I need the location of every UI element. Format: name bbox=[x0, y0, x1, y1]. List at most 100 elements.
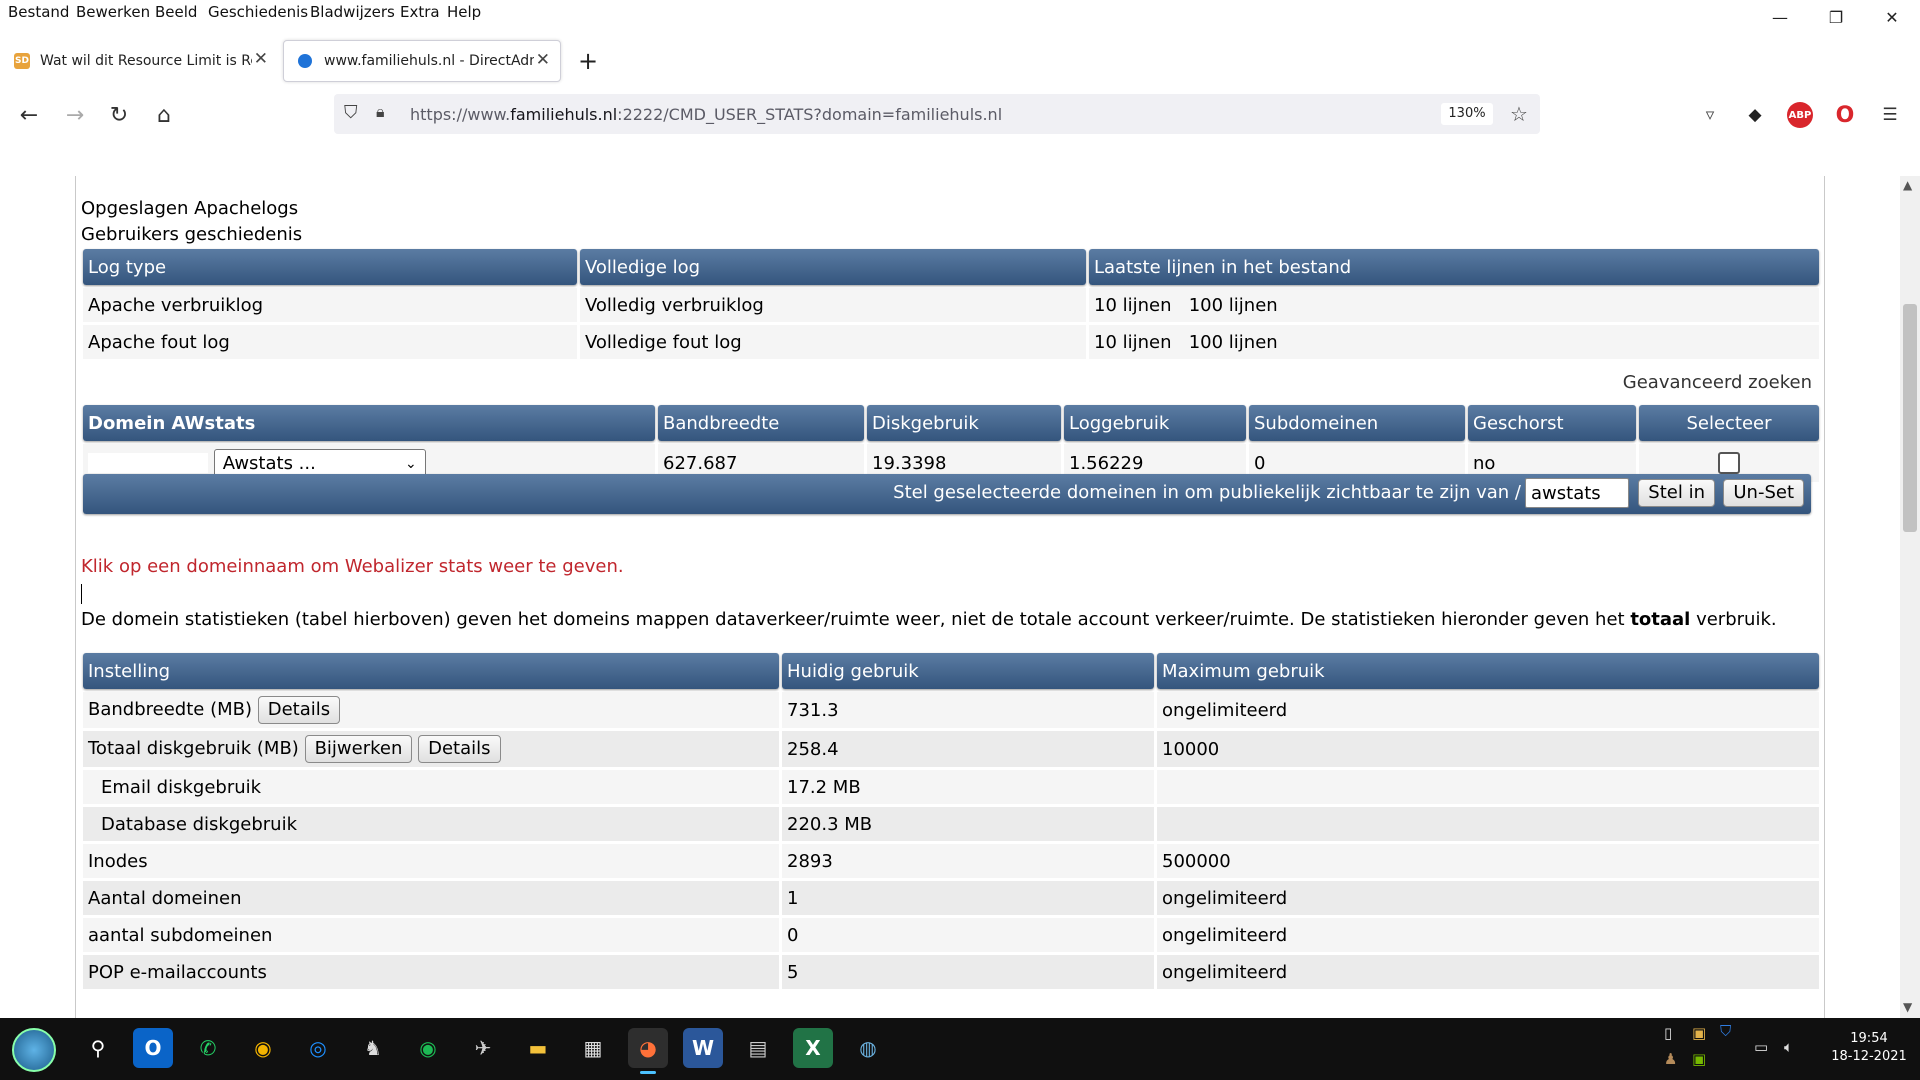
last-10-link[interactable]: 10 lijnen bbox=[1094, 295, 1172, 316]
disk-update-button[interactable]: Bijwerken bbox=[304, 735, 413, 763]
public-path-input[interactable]: awstats bbox=[1525, 478, 1629, 508]
max-cell bbox=[1157, 807, 1819, 841]
calculator-icon[interactable]: ▤ bbox=[738, 1028, 778, 1068]
tab-bar: SD Wat wil dit Resource Limit is Re ✕ ww… bbox=[0, 32, 1920, 86]
col-max-usage: Maximum gebruik bbox=[1157, 653, 1819, 689]
vertical-scrollbar[interactable]: ▲ ▼ bbox=[1900, 176, 1920, 1018]
back-icon[interactable]: ← bbox=[12, 98, 46, 132]
forward-icon[interactable]: → bbox=[58, 98, 92, 132]
plane-icon[interactable]: ✈ bbox=[463, 1028, 503, 1068]
table-row: Totaal diskgebruik (MB) Bijwerken Detail… bbox=[83, 731, 1819, 767]
defender-icon[interactable]: ⛉ bbox=[1720, 1022, 1731, 1040]
current-cell: 1 bbox=[782, 881, 1154, 915]
scroll-down-icon[interactable]: ▼ bbox=[1903, 1000, 1912, 1014]
outlook-icon[interactable]: O bbox=[133, 1028, 173, 1068]
awstats-select[interactable]: Awstats ... ⌄ bbox=[213, 449, 426, 477]
usb-icon[interactable]: ▯ bbox=[1664, 1024, 1672, 1042]
navigation-bar: ← → ↻ ⌂ ⛉ 🔒︎ https://www.familiehuls.nl:… bbox=[0, 90, 1920, 140]
current-cell: 2893 bbox=[782, 844, 1154, 878]
adblock-icon[interactable]: ABP bbox=[1787, 102, 1813, 128]
app-icon[interactable]: ◎ bbox=[298, 1028, 338, 1068]
full-log-link[interactable]: Volledig verbruiklog bbox=[580, 288, 1086, 322]
bookmark-star-icon[interactable]: ☆ bbox=[1510, 102, 1528, 126]
file-explorer-icon[interactable]: ▬ bbox=[518, 1028, 558, 1068]
close-window-icon[interactable]: ✕ bbox=[1864, 0, 1920, 34]
start-orb-icon[interactable] bbox=[12, 1028, 56, 1072]
current-cell: 258.4 bbox=[782, 731, 1154, 767]
close-tab-icon[interactable]: ✕ bbox=[536, 50, 550, 70]
shield-icon[interactable]: ⛉ bbox=[344, 102, 358, 123]
menu-geschiedenis[interactable]: Geschiedenis bbox=[208, 3, 308, 21]
firefox-icon[interactable]: ◕ bbox=[628, 1028, 668, 1074]
col-last-lines: Laatste lijnen in het bestand bbox=[1089, 249, 1819, 285]
search-icon[interactable]: ⚲ bbox=[78, 1028, 118, 1068]
set-button[interactable]: Stel in bbox=[1638, 479, 1715, 507]
hamburger-menu-icon[interactable]: ☰ bbox=[1877, 102, 1903, 128]
tray-app-icon[interactable]: ♟ bbox=[1664, 1050, 1677, 1068]
select-checkbox[interactable] bbox=[1718, 452, 1740, 474]
scroll-up-icon[interactable]: ▲ bbox=[1903, 178, 1912, 192]
domain-name-redacted[interactable] bbox=[88, 453, 208, 473]
col-suspended: Geschorst bbox=[1468, 405, 1636, 441]
last-100-link[interactable]: 100 lijnen bbox=[1189, 295, 1278, 316]
network-icon[interactable]: ▭ bbox=[1754, 1038, 1768, 1056]
opera-icon[interactable]: O bbox=[1832, 102, 1858, 128]
current-cell: 731.3 bbox=[782, 692, 1154, 728]
menu-bewerken[interactable]: Bewerken bbox=[76, 3, 150, 21]
zoom-level[interactable]: 130% bbox=[1441, 103, 1493, 125]
advanced-search-link[interactable]: Geavanceerd zoeken bbox=[1623, 372, 1812, 393]
col-setting: Instelling bbox=[83, 653, 779, 689]
max-cell: ongelimiteerd bbox=[1157, 692, 1819, 728]
tab-directadmin[interactable]: www.familiehuls.nl - DirectAdm ✕ bbox=[283, 40, 561, 82]
globe-app-icon[interactable]: ◍ bbox=[848, 1028, 888, 1068]
col-select: Selecteer bbox=[1639, 405, 1819, 441]
nvidia-icon[interactable]: ▣ bbox=[1692, 1050, 1706, 1068]
webalizer-hint: Klik op een domeinnaam om Webalizer stat… bbox=[81, 556, 624, 577]
tray-app-icon[interactable]: ▣ bbox=[1692, 1024, 1706, 1042]
table-row: POP e-mailaccounts 5 ongelimiteerd bbox=[83, 955, 1819, 989]
pocket-icon[interactable]: ▿ bbox=[1697, 102, 1723, 128]
system-clock[interactable]: 19:54 18-12-2021 bbox=[1826, 1030, 1912, 1066]
menu-beeld[interactable]: Beeld bbox=[155, 3, 197, 21]
word-icon[interactable]: W bbox=[683, 1028, 723, 1068]
extension-icon[interactable]: ◆ bbox=[1742, 102, 1768, 128]
menu-bladwijzers[interactable]: Bladwijzers bbox=[310, 3, 395, 21]
tab-title: www.familiehuls.nl - DirectAdm bbox=[324, 53, 534, 69]
chrome-icon[interactable]: ◉ bbox=[243, 1028, 283, 1068]
store-icon[interactable]: ▦ bbox=[573, 1028, 613, 1068]
menu-help[interactable]: Help bbox=[447, 3, 481, 21]
home-icon[interactable]: ⌂ bbox=[147, 98, 181, 132]
close-tab-icon[interactable]: ✕ bbox=[254, 49, 268, 69]
setting-cell: Inodes bbox=[83, 844, 779, 878]
disk-details-button[interactable]: Details bbox=[418, 735, 501, 763]
restore-icon[interactable]: ❐ bbox=[1808, 0, 1864, 34]
full-log-link[interactable]: Volledige fout log bbox=[580, 325, 1086, 359]
fox-app-icon[interactable]: ♞ bbox=[353, 1028, 393, 1068]
last-100-link[interactable]: 100 lijnen bbox=[1189, 332, 1278, 353]
last-10-link[interactable]: 10 lijnen bbox=[1094, 332, 1172, 353]
minimize-icon[interactable]: — bbox=[1752, 0, 1808, 34]
tab-resource-limit[interactable]: SD Wat wil dit Resource Limit is Re ✕ bbox=[0, 40, 278, 82]
menu-bestand[interactable]: Bestand bbox=[8, 3, 69, 21]
reload-icon[interactable]: ↻ bbox=[102, 98, 136, 132]
bandwidth-details-button[interactable]: Details bbox=[257, 696, 341, 724]
spotify-icon[interactable]: ◉ bbox=[408, 1028, 448, 1068]
url-text[interactable]: https://www.familiehuls.nl:2222/CMD_USER… bbox=[410, 105, 1002, 124]
max-cell: ongelimiteerd bbox=[1157, 881, 1819, 915]
url-bar[interactable]: ⛉ 🔒︎ https://www.familiehuls.nl:2222/CMD… bbox=[334, 94, 1540, 134]
bookmarks-obscured bbox=[0, 140, 1920, 154]
scrollbar-thumb[interactable] bbox=[1903, 304, 1917, 532]
whatsapp-icon[interactable]: ✆ bbox=[188, 1028, 228, 1068]
new-tab-icon[interactable]: + bbox=[568, 40, 608, 82]
bookmarks-bar bbox=[0, 140, 1920, 177]
excel-icon[interactable]: X bbox=[793, 1028, 833, 1068]
clock-time: 19:54 bbox=[1850, 1031, 1888, 1046]
menu-extra[interactable]: Extra bbox=[400, 3, 440, 21]
unset-button[interactable]: Un-Set bbox=[1723, 479, 1804, 507]
col-log-type: Log type bbox=[83, 249, 577, 285]
lock-icon[interactable]: 🔒︎ bbox=[376, 102, 385, 122]
volume-icon[interactable]: 🔈︎ bbox=[1784, 1038, 1793, 1056]
max-cell: ongelimiteerd bbox=[1157, 918, 1819, 952]
content-panel: Opgeslagen Apachelogs Gebruikers geschie… bbox=[75, 176, 1825, 1018]
page-viewport: Opgeslagen Apachelogs Gebruikers geschie… bbox=[0, 176, 1900, 1018]
